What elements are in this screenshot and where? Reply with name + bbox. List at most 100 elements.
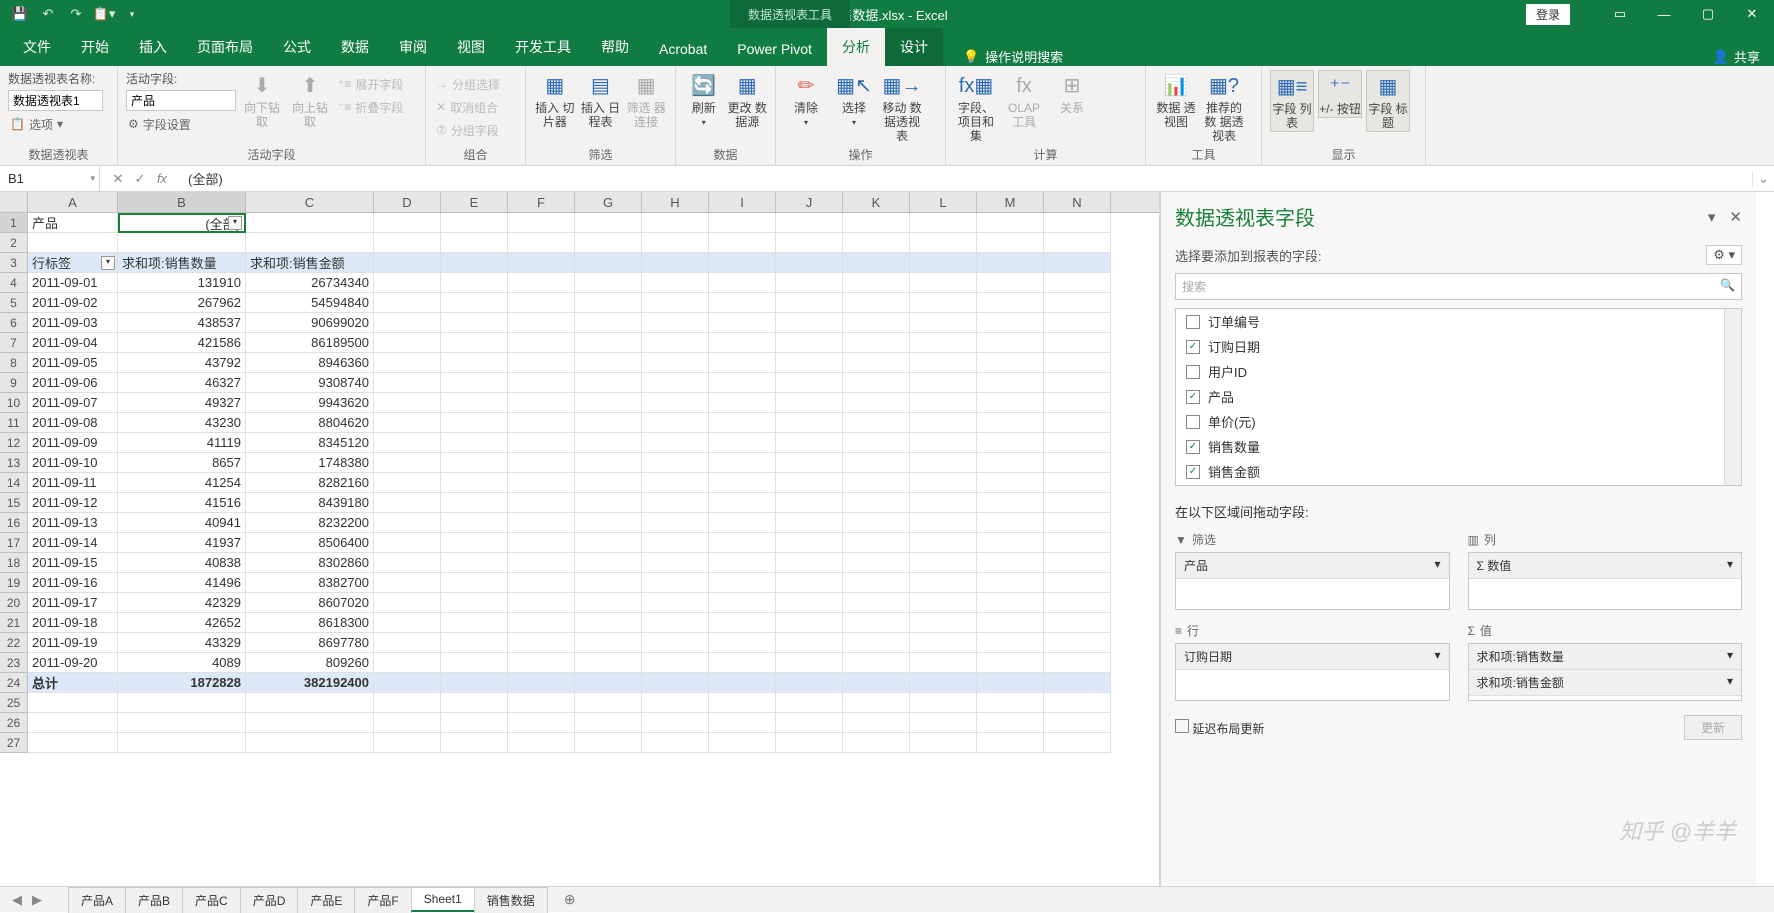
columns-area[interactable]: Σ 数值▾ — [1468, 552, 1743, 610]
cell[interactable] — [776, 353, 843, 373]
cell[interactable] — [977, 473, 1044, 493]
share-button[interactable]: 👤 共享 — [1713, 47, 1760, 66]
cell[interactable] — [508, 533, 575, 553]
cell[interactable] — [977, 353, 1044, 373]
cell[interactable] — [776, 253, 843, 273]
column-header[interactable]: C — [246, 192, 374, 212]
cell[interactable]: 8439180 — [246, 493, 374, 513]
cell[interactable] — [1044, 373, 1111, 393]
cell[interactable] — [709, 453, 776, 473]
tab-acrobat[interactable]: Acrobat — [644, 32, 722, 66]
cell[interactable]: 2011-09-14 — [28, 533, 118, 553]
cell[interactable] — [776, 433, 843, 453]
cell[interactable] — [977, 733, 1044, 753]
cell[interactable] — [709, 693, 776, 713]
cell[interactable] — [709, 293, 776, 313]
cell[interactable] — [441, 433, 508, 453]
cell[interactable] — [977, 633, 1044, 653]
cell[interactable] — [776, 273, 843, 293]
cell[interactable] — [910, 473, 977, 493]
move-pivot-button[interactable]: ▦→移动 数据透视表 — [880, 70, 924, 143]
cell[interactable] — [1044, 733, 1111, 753]
cell[interactable] — [1044, 433, 1111, 453]
cell[interactable]: 8804620 — [246, 413, 374, 433]
select-button[interactable]: ▦↖选择▾ — [832, 70, 876, 127]
cell[interactable] — [508, 653, 575, 673]
cell[interactable] — [977, 273, 1044, 293]
cell[interactable] — [709, 633, 776, 653]
cell[interactable] — [1044, 673, 1111, 693]
cell[interactable] — [776, 733, 843, 753]
cell[interactable]: 2011-09-03 — [28, 313, 118, 333]
cell[interactable] — [910, 493, 977, 513]
cell[interactable] — [843, 393, 910, 413]
cell[interactable] — [709, 213, 776, 233]
cell[interactable]: 2011-09-01 — [28, 273, 118, 293]
update-button[interactable]: 更新 — [1684, 715, 1742, 740]
checkbox-icon[interactable]: ✓ — [1186, 465, 1200, 479]
cell[interactable] — [977, 533, 1044, 553]
field-settings-button[interactable]: ⚙ 字段设置 — [126, 114, 236, 134]
cell[interactable]: 2011-09-20 — [28, 653, 118, 673]
cell[interactable] — [374, 433, 441, 453]
tab-home[interactable]: 开始 — [66, 28, 124, 66]
cell[interactable] — [374, 653, 441, 673]
cell[interactable] — [843, 553, 910, 573]
cell[interactable] — [1044, 693, 1111, 713]
cell[interactable]: 2011-09-18 — [28, 613, 118, 633]
cell[interactable] — [977, 393, 1044, 413]
cell[interactable] — [910, 693, 977, 713]
cell[interactable] — [843, 413, 910, 433]
row-header[interactable]: 27 — [0, 733, 28, 753]
cell[interactable] — [441, 253, 508, 273]
cell[interactable]: 9943620 — [246, 393, 374, 413]
cell[interactable] — [1044, 273, 1111, 293]
cell[interactable] — [374, 473, 441, 493]
cell[interactable]: 行标签▾ — [28, 253, 118, 273]
active-field-input[interactable] — [126, 90, 236, 111]
cell[interactable]: 8232200 — [246, 513, 374, 533]
cell[interactable] — [508, 413, 575, 433]
row-header[interactable]: 20 — [0, 593, 28, 613]
cell[interactable]: (全部)▾ — [118, 213, 246, 233]
row-header[interactable]: 8 — [0, 353, 28, 373]
row-header[interactable]: 21 — [0, 613, 28, 633]
cell[interactable] — [508, 713, 575, 733]
column-header[interactable]: E — [441, 192, 508, 212]
cell[interactable] — [642, 513, 709, 533]
cell[interactable] — [843, 213, 910, 233]
cell[interactable] — [776, 633, 843, 653]
row-header[interactable]: 5 — [0, 293, 28, 313]
group-field-button[interactable]: ⑦ 分组字段 — [434, 120, 502, 140]
cell[interactable] — [575, 673, 642, 693]
checkbox-icon[interactable] — [1186, 415, 1200, 429]
cell[interactable] — [575, 613, 642, 633]
row-header[interactable]: 15 — [0, 493, 28, 513]
column-header[interactable]: M — [977, 192, 1044, 212]
cell[interactable] — [642, 393, 709, 413]
row-header[interactable]: 14 — [0, 473, 28, 493]
cell[interactable] — [374, 733, 441, 753]
cell[interactable] — [374, 513, 441, 533]
cell[interactable] — [441, 713, 508, 733]
cell[interactable] — [441, 453, 508, 473]
tell-me-search[interactable]: 💡 操作说明搜索 — [963, 47, 1063, 66]
cell[interactable] — [1044, 473, 1111, 493]
cell[interactable] — [977, 573, 1044, 593]
cell[interactable] — [977, 593, 1044, 613]
cell[interactable] — [642, 313, 709, 333]
cell[interactable] — [977, 653, 1044, 673]
cell[interactable] — [709, 333, 776, 353]
cell[interactable] — [910, 293, 977, 313]
cell[interactable] — [642, 733, 709, 753]
cell[interactable] — [1044, 613, 1111, 633]
row-header[interactable]: 13 — [0, 453, 28, 473]
cell[interactable] — [843, 233, 910, 253]
cell[interactable] — [508, 493, 575, 513]
cell[interactable] — [508, 233, 575, 253]
cell[interactable] — [709, 533, 776, 553]
row-header[interactable]: 18 — [0, 553, 28, 573]
cell[interactable] — [441, 473, 508, 493]
cell[interactable] — [374, 533, 441, 553]
tab-page-layout[interactable]: 页面布局 — [182, 28, 268, 66]
